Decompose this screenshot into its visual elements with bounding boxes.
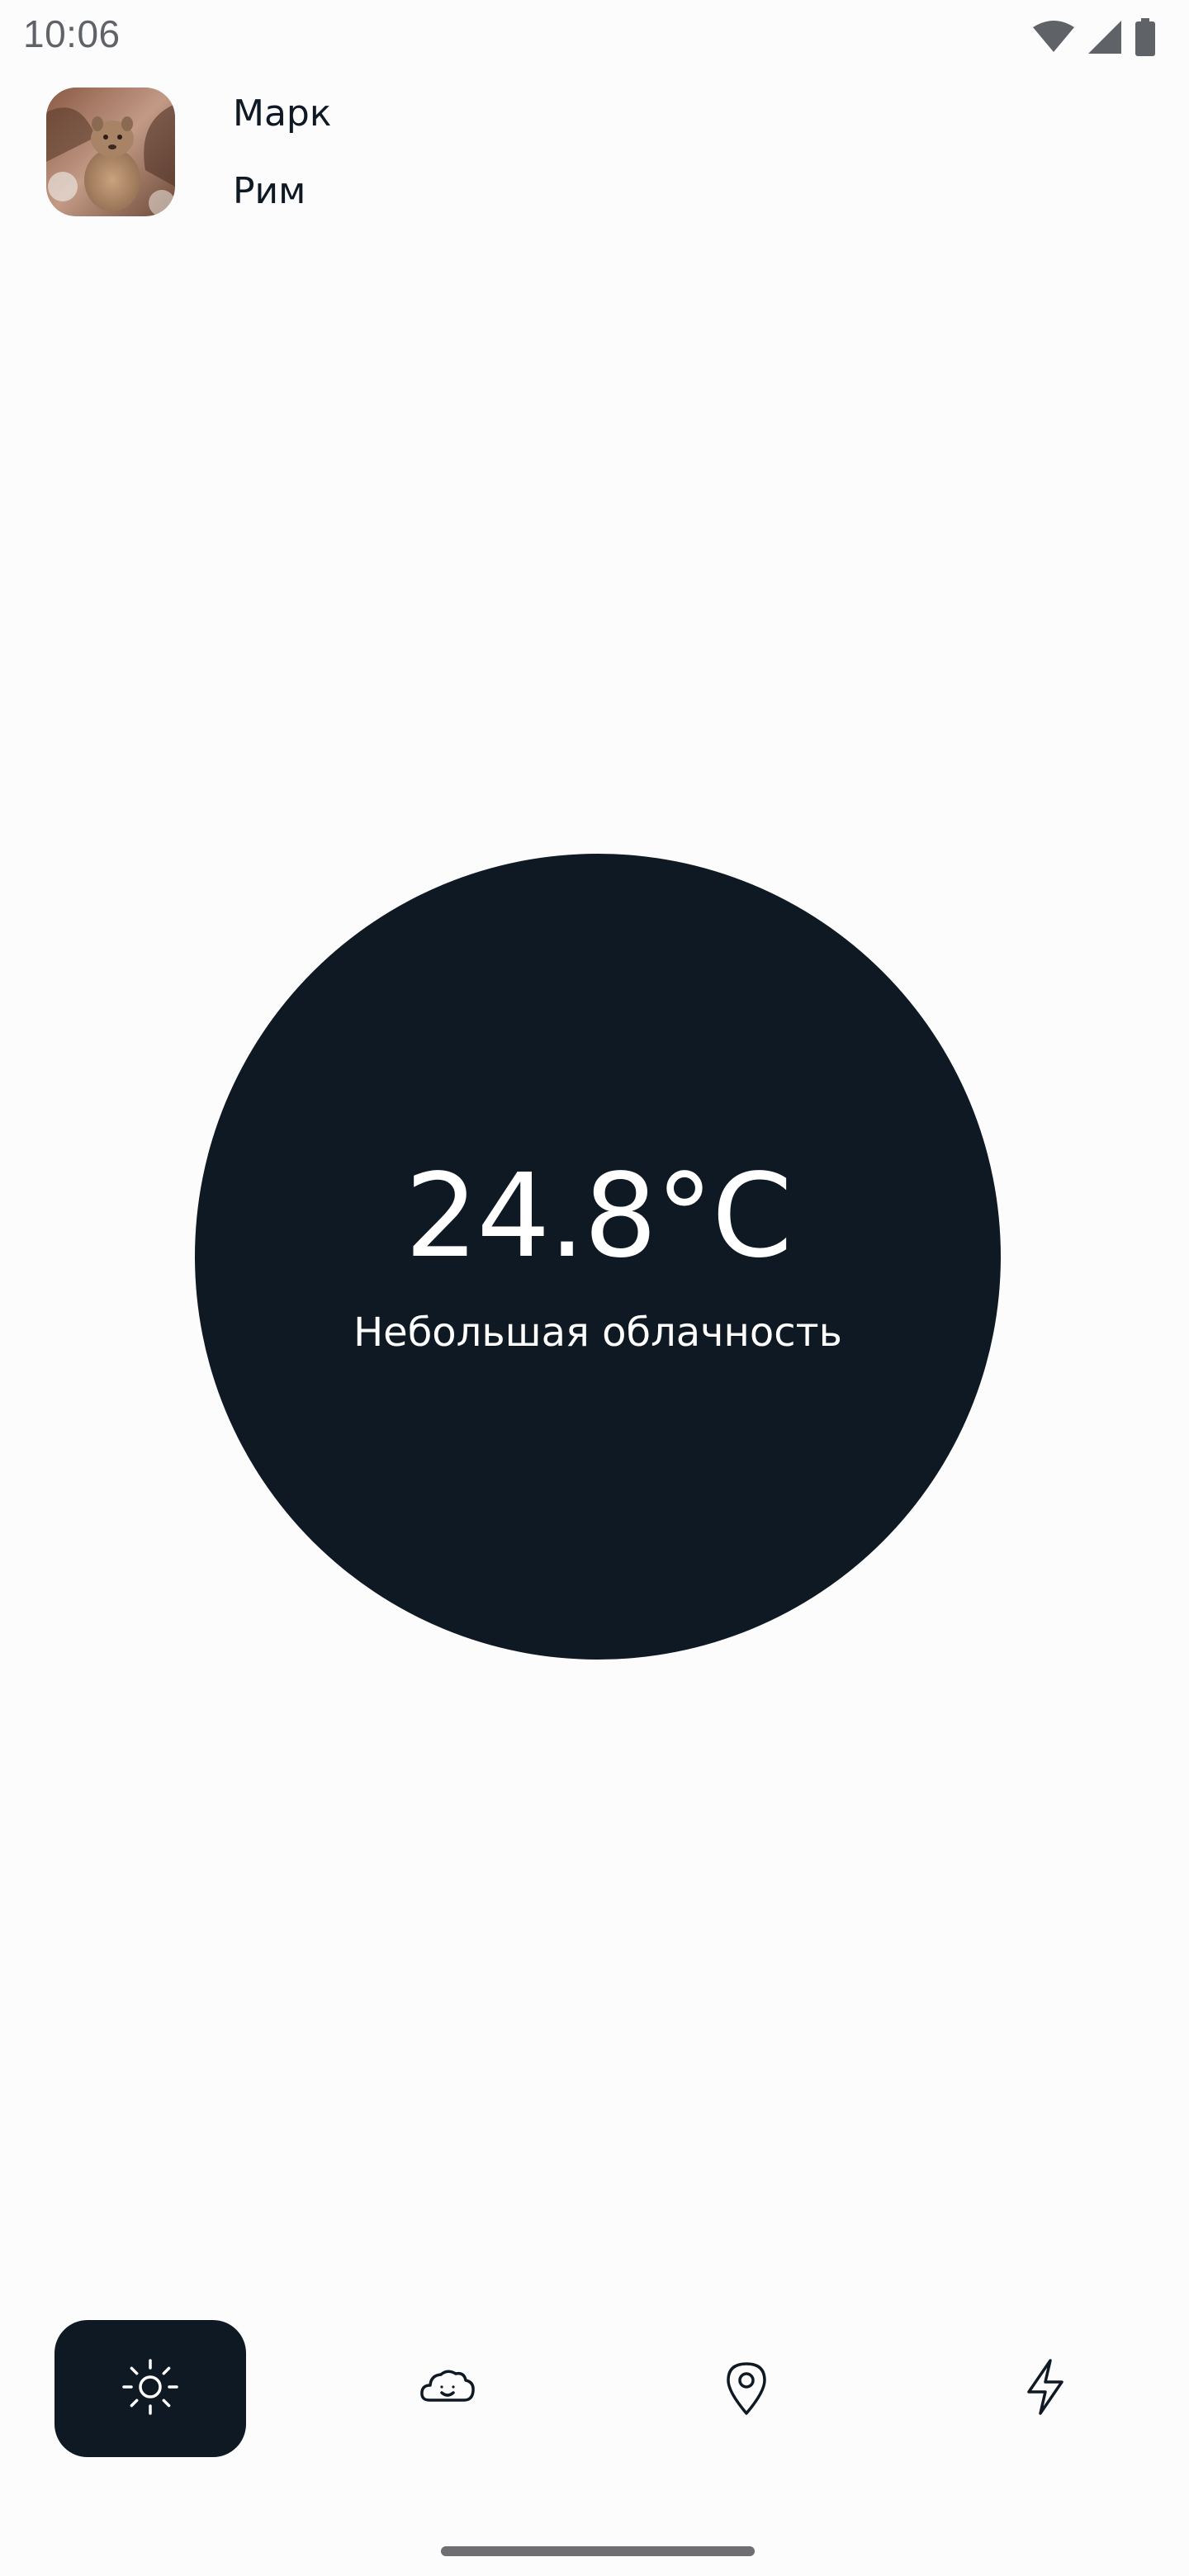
avatar[interactable] (46, 88, 175, 216)
cellular-signal-icon (1087, 19, 1123, 55)
wifi-icon (1032, 21, 1075, 54)
bottom-navigation (0, 2320, 1189, 2460)
nav-item-energy[interactable] (950, 2320, 1141, 2457)
nav-item-weather[interactable] (54, 2320, 246, 2457)
status-time: 10:06 (23, 12, 121, 55)
status-icons (1032, 17, 1156, 58)
user-name: Марк (233, 92, 332, 135)
temperature: 24.8°C (405, 1149, 792, 1284)
nav-item-forecast[interactable] (352, 2320, 543, 2457)
user-city: Рим (233, 170, 306, 212)
weather-circle: 24.8°C Небольшая облачность (195, 854, 1001, 1660)
cloud-smile-icon (414, 2354, 481, 2423)
battery-icon (1135, 18, 1156, 56)
sun-icon (117, 2354, 183, 2423)
home-indicator[interactable] (441, 2546, 755, 2556)
nav-item-location[interactable] (651, 2320, 842, 2457)
weather-condition: Небольшая облачность (353, 1309, 842, 1356)
status-bar: 10:06 (0, 0, 1189, 74)
lightning-icon (1012, 2354, 1078, 2423)
map-pin-icon (713, 2354, 779, 2423)
